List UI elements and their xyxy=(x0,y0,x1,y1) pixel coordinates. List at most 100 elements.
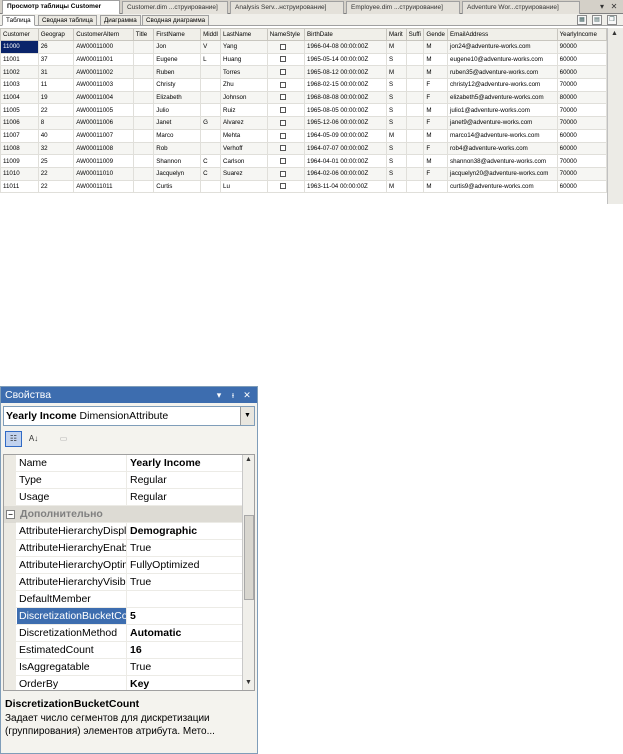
tab-list-dropdown-icon[interactable]: ▾ xyxy=(597,1,607,12)
table-cell[interactable]: Johnson xyxy=(220,90,268,105)
table-cell[interactable]: Marco xyxy=(153,128,202,143)
property-name[interactable]: Type xyxy=(17,472,127,488)
table-cell[interactable]: M xyxy=(423,154,448,168)
table-cell[interactable]: 11003 xyxy=(0,78,39,92)
table-cell[interactable]: 22 xyxy=(37,166,75,181)
scroll-up-icon[interactable]: ▲ xyxy=(245,456,252,463)
table-cell[interactable]: Lu xyxy=(220,179,268,194)
namestyle-checkbox-cell[interactable] xyxy=(266,40,306,54)
table-cell[interactable]: S xyxy=(385,141,407,156)
column-header-title[interactable]: Title xyxy=(132,28,155,41)
table-cell[interactable]: janet9@adventure-works.com xyxy=(447,116,558,130)
table-cell[interactable]: Verhoff xyxy=(220,141,268,156)
property-value[interactable]: True xyxy=(128,540,242,556)
table-cell[interactable]: 1965-05-14 00:00:00Z xyxy=(304,52,387,67)
namestyle-checkbox-cell[interactable] xyxy=(266,103,306,118)
table-cell[interactable]: AW00011003 xyxy=(73,78,134,92)
column-header-geographykey[interactable]: Geograp xyxy=(37,28,75,41)
table-row[interactable]: 11001 37 AW00011001 Eugene L Huang 1965-05-14 … xyxy=(0,52,607,67)
table-cell[interactable]: curtis9@adventure-works.com xyxy=(447,179,558,194)
table-cell[interactable]: Jon xyxy=(153,40,202,54)
table-cell[interactable] xyxy=(405,154,425,168)
close-icon[interactable]: ✕ xyxy=(241,388,253,402)
table-cell[interactable]: 60000 xyxy=(556,179,607,194)
pin-icon[interactable]: ᵻ xyxy=(227,388,239,402)
property-row[interactable]: AttributeHierarchyOptimizedStateFullyOpt… xyxy=(4,557,242,574)
table-cell[interactable]: M xyxy=(385,65,407,80)
table-cell[interactable] xyxy=(132,166,155,181)
table-cell[interactable]: AW00011006 xyxy=(73,116,134,130)
table-cell[interactable]: Elizabeth xyxy=(153,90,202,105)
table-cell[interactable]: AW00011007 xyxy=(73,128,134,143)
property-row[interactable]: Type Regular xyxy=(4,472,242,489)
table-cell[interactable] xyxy=(200,128,222,143)
table-cell[interactable]: 37 xyxy=(37,52,75,67)
property-name[interactable]: Usage xyxy=(17,489,127,505)
table-cell[interactable] xyxy=(405,141,425,156)
checkbox[interactable] xyxy=(279,157,286,164)
table-cell[interactable] xyxy=(132,65,155,80)
table-cell[interactable]: G xyxy=(200,116,222,130)
table-cell[interactable]: Eugene xyxy=(153,52,202,67)
table-cell[interactable]: S xyxy=(385,103,407,118)
table-cell[interactable]: Suarez xyxy=(220,166,268,181)
checkbox[interactable] xyxy=(279,132,286,139)
table-cell[interactable]: marco14@adventure-works.com xyxy=(447,128,558,143)
tab-table[interactable]: Таблица xyxy=(2,15,35,26)
table-cell[interactable] xyxy=(132,141,155,156)
table-cell[interactable]: 90000 xyxy=(556,40,607,54)
table-cell[interactable]: M xyxy=(423,128,448,143)
table-cell[interactable]: Alvarez xyxy=(220,116,268,130)
object-selector[interactable]: Yearly Income DimensionAttribute ▼ xyxy=(3,406,255,426)
table-cell[interactable] xyxy=(405,90,425,105)
table-cell[interactable]: AW00011009 xyxy=(73,154,134,168)
property-value[interactable]: Demographic xyxy=(128,523,242,539)
table-cell[interactable]: 11009 xyxy=(0,154,39,168)
table-cell[interactable]: Huang xyxy=(220,52,268,67)
property-value[interactable]: Regular xyxy=(128,489,242,505)
property-value[interactable]: FullyOptimized xyxy=(128,557,242,573)
table-cell[interactable]: 11010 xyxy=(0,166,39,181)
table-row[interactable]: 11006 8 AW00011006 Janet G Alvarez 1965-12-06 … xyxy=(0,116,607,130)
table-cell[interactable]: elizabeth5@adventure-works.com xyxy=(447,90,558,105)
table-cell[interactable]: S xyxy=(385,78,407,92)
table-cell[interactable] xyxy=(200,179,222,194)
table-cell[interactable]: S xyxy=(385,90,407,105)
table-cell[interactable]: 11000 xyxy=(0,40,39,54)
table-cell[interactable]: 60000 xyxy=(556,52,607,67)
table-cell[interactable]: S xyxy=(385,52,407,67)
table-cell[interactable]: 19 xyxy=(37,90,75,105)
table-row[interactable]: 11003 11 AW00011003 Christy Zhu 1968-02-15 00… xyxy=(0,78,607,92)
property-row[interactable]: OrderBy Key xyxy=(4,676,242,690)
table-cell[interactable]: AW00011011 xyxy=(73,179,134,194)
doc-tab-customer-dim[interactable]: Customer.dim ...струирование] xyxy=(122,1,228,14)
namestyle-checkbox-cell[interactable] xyxy=(266,166,306,181)
table-cell[interactable]: 40 xyxy=(37,128,75,143)
property-name[interactable]: EstimatedCount xyxy=(17,642,127,658)
table-cell[interactable]: S xyxy=(385,154,407,168)
checkbox[interactable] xyxy=(279,94,286,101)
namestyle-checkbox-cell[interactable] xyxy=(266,65,306,80)
column-header-birthdate[interactable]: BirthDate xyxy=(304,28,387,41)
table-cell[interactable]: 1964-02-06 00:00:00Z xyxy=(304,166,387,181)
table-cell[interactable]: L xyxy=(200,52,222,67)
table-cell[interactable]: Zhu xyxy=(220,78,268,92)
alphabetical-sort-icon[interactable]: A↓ xyxy=(25,431,42,447)
property-name[interactable]: AttributeHierarchyOptimizedState xyxy=(17,557,127,573)
table-cell[interactable]: 25 xyxy=(37,154,75,168)
table-cell[interactable]: 1968-08-08 00:00:00Z xyxy=(304,90,387,105)
namestyle-checkbox-cell[interactable] xyxy=(266,52,306,67)
table-cell[interactable]: jon24@adventure-works.com xyxy=(447,40,558,54)
property-value[interactable]: 16 xyxy=(128,642,242,658)
table-cell[interactable]: AW00011001 xyxy=(73,52,134,67)
table-cell[interactable]: 11007 xyxy=(0,128,39,143)
property-name[interactable]: AttributeHierarchyVisible xyxy=(17,574,127,590)
table-cell[interactable]: 1965-08-05 00:00:00Z xyxy=(304,103,387,118)
table-cell[interactable]: M xyxy=(385,40,407,54)
table-cell[interactable] xyxy=(405,65,425,80)
column-header-customeralternatekey[interactable]: CustomerAltern xyxy=(73,28,134,41)
table-cell[interactable]: Carlson xyxy=(220,154,268,168)
table-cell[interactable]: S xyxy=(385,166,407,181)
table-cell[interactable]: Jacquelyn xyxy=(153,166,202,181)
table-cell[interactable]: rob4@adventure-works.com xyxy=(447,141,558,156)
